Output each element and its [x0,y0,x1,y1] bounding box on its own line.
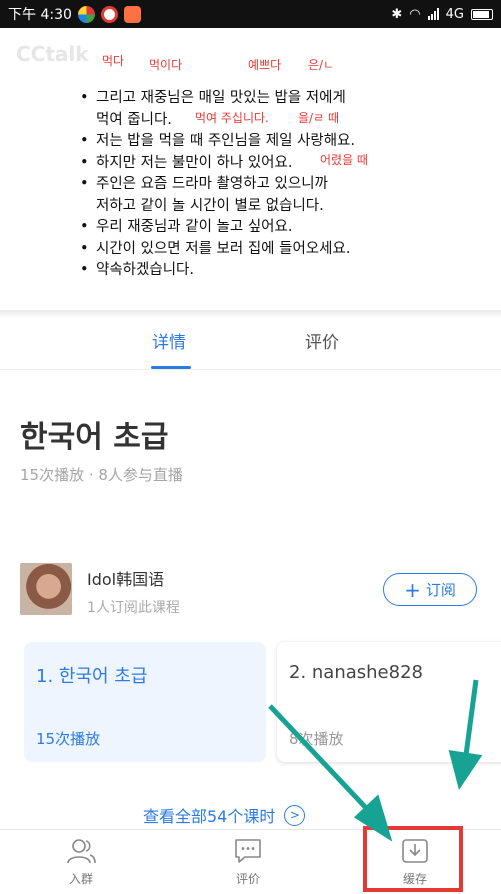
slide-line: 저하고 같이 놀 시간이 별로 없습니다. [96,197,324,214]
tab-details[interactable]: 详情 [152,328,186,353]
review-button[interactable]: 评价 [213,838,283,887]
bluetooth-icon: ✱ [391,6,403,22]
active-tab-indicator [151,366,191,369]
app-notification-icon [77,5,95,23]
course-title: 한국어 초급 [20,420,169,455]
handwritten-note: 먹다 [102,54,125,68]
slide-line: 약속하겠습니다. [80,260,490,282]
divider [0,310,501,318]
slide-line: 우리 재중님과 같이 놀고 싶어요. [80,217,490,239]
lesson-plays: 8次播放 [289,730,344,748]
slide-line: 시간이 있으면 저를 보러 집에 들어오세요. [80,239,490,261]
cctalk-watermark: CCtalk [16,42,89,66]
signal-icon [427,8,439,20]
teacher-avatar[interactable] [20,563,72,615]
subscribe-button[interactable]: + 订阅 [383,573,477,606]
video-player[interactable]: CCtalk 먹다 먹이다 예쁘다 은/ㄴ 먹여 주십니다. 을/ㄹ 때 어렸을… [0,28,501,310]
subscribe-label: 订阅 [425,581,456,599]
qq-notification-icon [100,5,118,23]
wifi-icon: ◠ [409,6,421,22]
course-meta: 15次播放 · 8人参与直播 [20,466,183,484]
handwritten-note: 은/ㄴ [308,58,335,72]
lesson-card[interactable]: 1. 한국어 초급 15次播放 [24,642,266,762]
group-icon [67,839,96,864]
app-notification-icon-2 [123,5,141,23]
join-group-button[interactable]: 入群 [46,838,116,887]
subscriber-count: 1人订阅此课程 [87,600,180,616]
status-time: 下午 4:30 [8,7,72,23]
teacher-name[interactable]: Idol韩国语 [87,566,164,590]
highlight-box [363,826,463,892]
join-group-label: 入群 [68,872,93,886]
lesson-title: 2. nanashe828 [289,662,423,683]
view-all-label: 查看全部54个课时 [143,807,276,826]
status-bar: 下午 4:30 ✱ ◠ 4G [0,0,501,28]
handwritten-note: 먹이다 [149,58,183,72]
tab-reviews[interactable]: 评价 [305,328,339,353]
slide-line: 저는 밥을 먹을 때 주인님을 제일 사랑해요. [80,131,490,153]
comment-icon [235,839,261,863]
view-all-lessons-link[interactable]: 查看全部54个课时 > [143,803,306,827]
handwritten-note: 예쁘다 [248,58,282,72]
status-left: 下午 4:30 [8,4,141,24]
tab-bar: 详情 评价 [0,318,501,370]
network-type: 4G [445,6,464,22]
lesson-plays: 15次播放 [36,730,101,748]
status-right: ✱ ◠ 4G [391,7,493,22]
plus-icon: + [404,577,421,602]
slide-line: 그리고 재중님은 매일 맛있는 밥을 저에게 [80,88,490,110]
lesson-title: 1. 한국어 초급 [36,666,148,687]
slide-line: 주인은 요즘 드라마 촬영하고 있으니까 [80,174,490,196]
chevron-right-icon: > [284,804,306,826]
lesson-card[interactable]: 2. nanashe828 8次播放 [277,642,501,762]
slide-line: 먹여 줍니다. [96,111,172,128]
battery-icon [471,8,493,20]
slide-text: 그리고 재중님은 매일 맛있는 밥을 저에게 먹여 줍니다. 저는 밥을 먹을 … [80,88,490,282]
review-label: 评价 [235,872,260,886]
slide-line: 하지만 저는 불만이 하나 있어요. [80,153,490,175]
